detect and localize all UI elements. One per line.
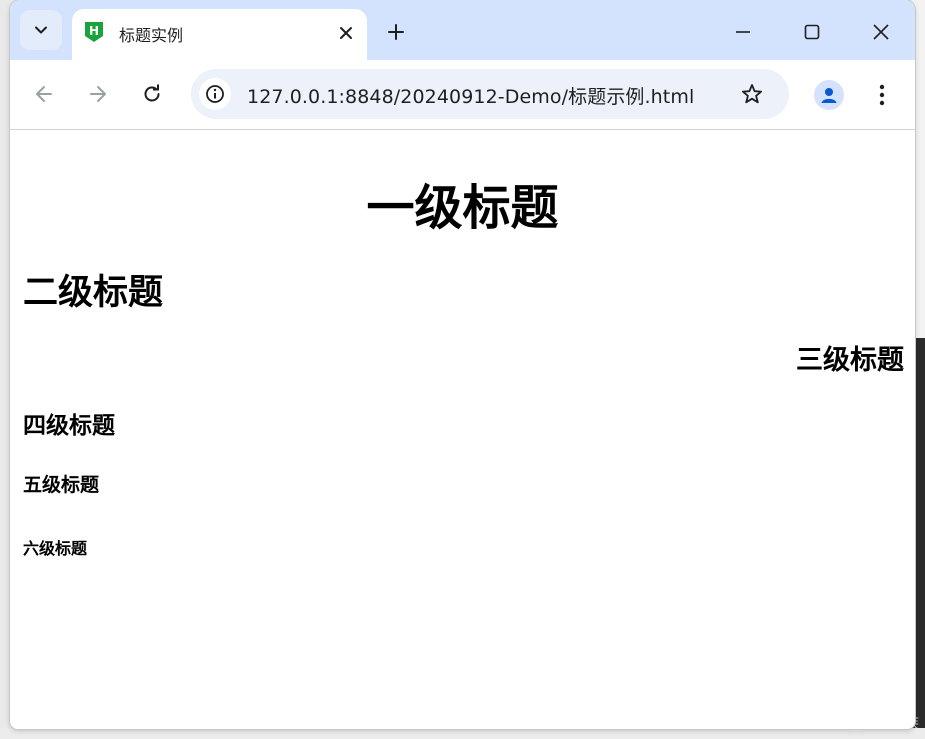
- menu-button[interactable]: [868, 80, 896, 110]
- profile-button[interactable]: [814, 80, 844, 110]
- chevron-down-icon: [35, 26, 47, 34]
- url-text[interactable]: 127.0.0.1:8848/20240912-Demo/标题示例.html: [247, 82, 694, 109]
- minimize-icon: [736, 31, 750, 33]
- close-icon: [340, 27, 352, 39]
- tab-active[interactable]: H 标题实例: [72, 9, 367, 60]
- heading-level-2: 二级标题: [23, 273, 164, 313]
- heading-level-5: 五级标题: [23, 474, 100, 496]
- user-icon: [821, 88, 837, 103]
- toolbar: 127.0.0.1:8848/20240912-Demo/标题示例.html: [10, 60, 915, 130]
- reload-button[interactable]: [138, 80, 166, 108]
- tab-close-button[interactable]: [334, 21, 358, 45]
- site-info-button[interactable]: [199, 78, 231, 110]
- heading-level-4: 四级标题: [23, 413, 115, 439]
- close-window-button[interactable]: [867, 18, 895, 46]
- arrow-left-icon: [36, 86, 52, 102]
- background-strip: [0, 728, 925, 739]
- heading-level-6: 六级标题: [23, 539, 88, 558]
- more-vertical-icon: [879, 84, 885, 106]
- plus-icon: [388, 24, 404, 40]
- minimize-button[interactable]: [729, 18, 757, 46]
- browser-window: H 标题实例 127.0.0.1:8848/20240912-Demo/标题示例…: [10, 0, 915, 729]
- star-icon: [741, 84, 763, 104]
- svg-text:H: H: [89, 24, 99, 38]
- close-icon: [873, 24, 889, 40]
- tab-strip: H 标题实例: [10, 0, 915, 60]
- new-tab-button[interactable]: [382, 18, 410, 46]
- tab-search-button[interactable]: [20, 10, 62, 50]
- hbuilder-favicon-icon: H: [85, 22, 103, 42]
- info-icon: [206, 85, 224, 103]
- address-bar[interactable]: 127.0.0.1:8848/20240912-Demo/标题示例.html: [191, 69, 789, 119]
- forward-button[interactable]: [84, 80, 112, 108]
- maximize-icon: [804, 24, 820, 40]
- page-content: 一级标题 二级标题 三级标题 四级标题 五级标题 六级标题: [10, 130, 915, 729]
- back-button[interactable]: [30, 80, 58, 108]
- bookmark-button[interactable]: [738, 80, 766, 108]
- tab-title: 标题实例: [119, 26, 184, 45]
- arrow-right-icon: [90, 86, 106, 102]
- maximize-button[interactable]: [798, 18, 826, 46]
- heading-level-3: 三级标题: [796, 345, 904, 376]
- heading-level-1: 一级标题: [366, 180, 559, 236]
- reload-icon: [144, 84, 160, 102]
